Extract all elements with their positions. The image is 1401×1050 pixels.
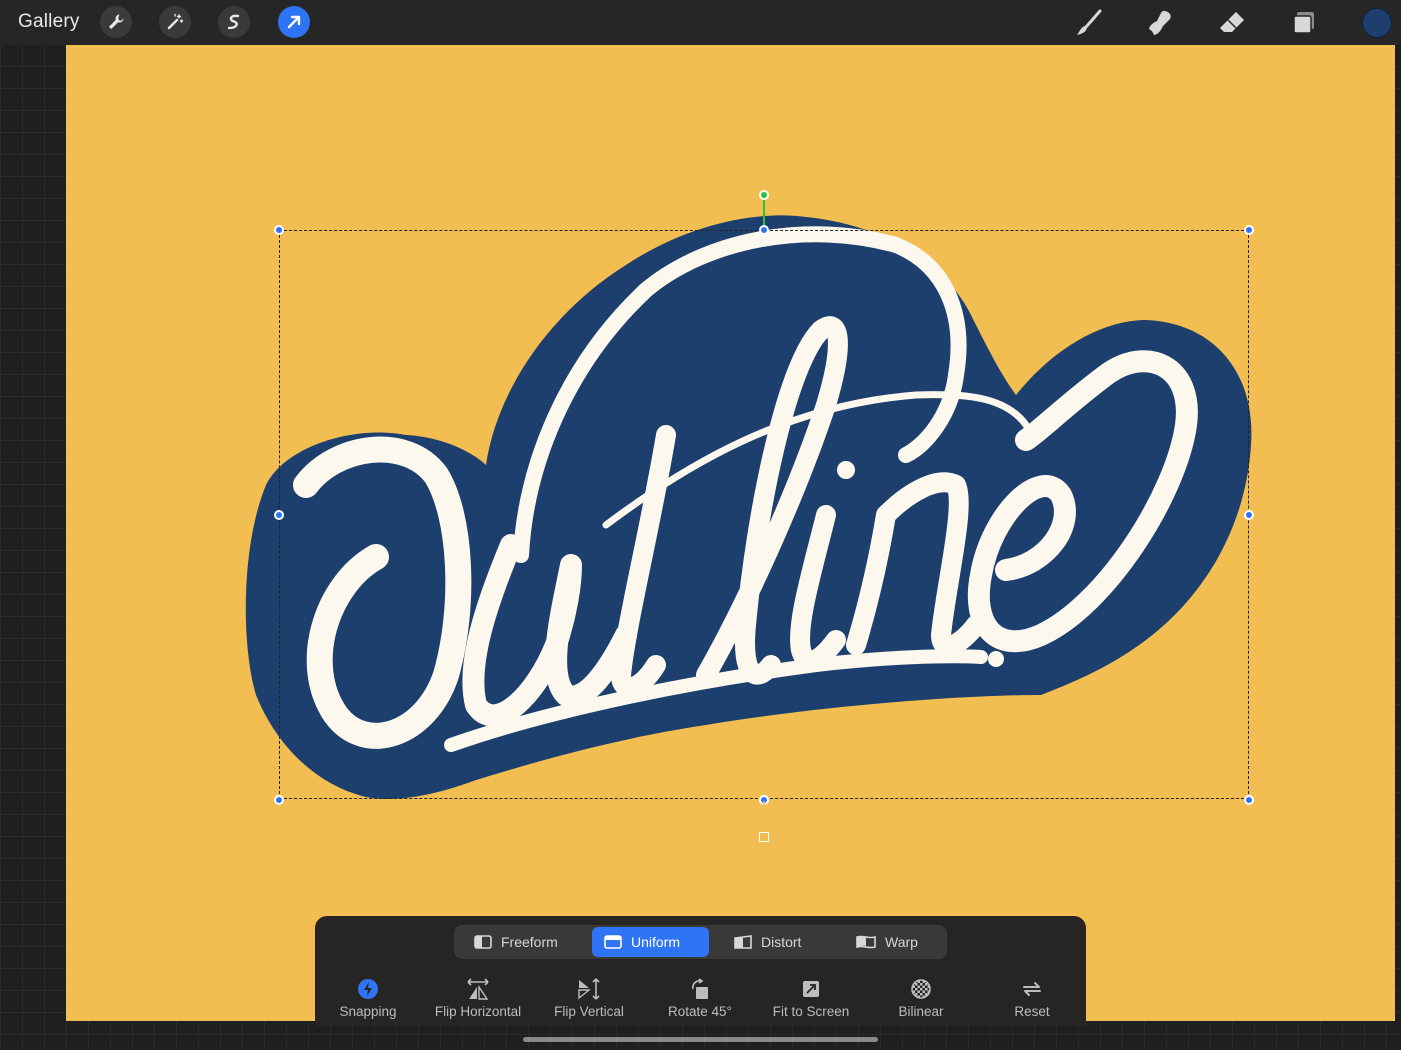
color-picker-button[interactable] (1362, 8, 1392, 38)
selection-s-icon (227, 14, 240, 30)
handle-top-right[interactable] (1244, 225, 1254, 235)
magic-wand-icon (167, 13, 184, 30)
handle-middle-right[interactable] (1244, 510, 1254, 520)
rotate-icon (692, 978, 708, 999)
top-toolbar: Gallery (0, 0, 1401, 45)
uniform-icon (604, 935, 622, 949)
fit-to-screen-icon (803, 981, 819, 997)
mode-warp[interactable]: Warp (844, 927, 939, 957)
selection-button[interactable] (218, 6, 250, 38)
smudge-tool-button[interactable] (1143, 6, 1177, 40)
bilinear-icon (911, 979, 931, 999)
rotate-45-label: Rotate 45° (668, 1004, 732, 1019)
flip-horizontal-button[interactable]: Flip Horizontal (423, 978, 533, 1019)
rotate-45-button[interactable]: Rotate 45° (645, 978, 755, 1019)
bilinear-label: Bilinear (898, 1004, 944, 1019)
handle-top-center[interactable] (759, 225, 769, 235)
eraser-tool-button[interactable] (1215, 6, 1249, 40)
actions-button[interactable] (100, 6, 132, 38)
transform-button[interactable] (278, 6, 310, 38)
brush-icon (1077, 9, 1102, 35)
snapping-label: Snapping (339, 1004, 397, 1019)
flip-horizontal-icon (467, 978, 489, 1000)
adjustments-button[interactable] (159, 6, 191, 38)
mode-uniform[interactable]: Uniform (592, 927, 709, 957)
flip-horizontal-label: Flip Horizontal (434, 1004, 522, 1019)
flip-vertical-label: Flip Vertical (554, 1004, 624, 1019)
transform-panel: Freeform Uniform Distort Warp Snapping F… (315, 916, 1086, 1026)
pivot-point-handle[interactable] (759, 832, 769, 842)
snapping-button[interactable]: Snapping (313, 978, 423, 1019)
reset-button[interactable]: Reset (977, 978, 1087, 1019)
flip-vertical-button[interactable]: Flip Vertical (534, 978, 644, 1019)
freeform-icon (474, 935, 492, 949)
mode-uniform-label: Uniform (631, 934, 681, 950)
mode-warp-label: Warp (885, 934, 918, 950)
bilinear-button[interactable]: Bilinear (866, 978, 976, 1019)
snapping-icon (358, 979, 378, 999)
layers-button[interactable] (1287, 6, 1321, 40)
mode-freeform[interactable]: Freeform (462, 927, 580, 957)
smudge-icon (1149, 11, 1171, 35)
fit-to-screen-label: Fit to Screen (772, 1004, 850, 1019)
fit-to-screen-button[interactable]: Fit to Screen (756, 978, 866, 1019)
mode-freeform-label: Freeform (501, 934, 558, 950)
wrench-icon (109, 14, 124, 29)
transform-mode-selector: Freeform Uniform Distort Warp (454, 925, 947, 959)
transform-arrow-icon (287, 15, 301, 29)
home-indicator (523, 1037, 878, 1042)
pivot-stem (763, 801, 765, 833)
handle-top-left[interactable] (274, 225, 284, 235)
warp-icon (856, 935, 876, 949)
rotation-handle[interactable] (759, 190, 769, 200)
handle-bottom-right[interactable] (1244, 795, 1254, 805)
mode-distort-label: Distort (761, 934, 802, 950)
handle-bottom-left[interactable] (274, 795, 284, 805)
handle-middle-left[interactable] (274, 510, 284, 520)
distort-icon (734, 935, 752, 949)
reset-label: Reset (1014, 1004, 1050, 1019)
transform-bounding-box[interactable] (279, 230, 1249, 799)
mode-distort[interactable]: Distort (722, 927, 822, 957)
gallery-button[interactable]: Gallery (18, 11, 80, 33)
flip-vertical-icon (578, 978, 600, 1000)
reset-icon (1023, 982, 1041, 996)
brush-tool-button[interactable] (1072, 6, 1106, 40)
eraser-icon (1220, 12, 1244, 32)
layers-icon (1293, 12, 1314, 34)
